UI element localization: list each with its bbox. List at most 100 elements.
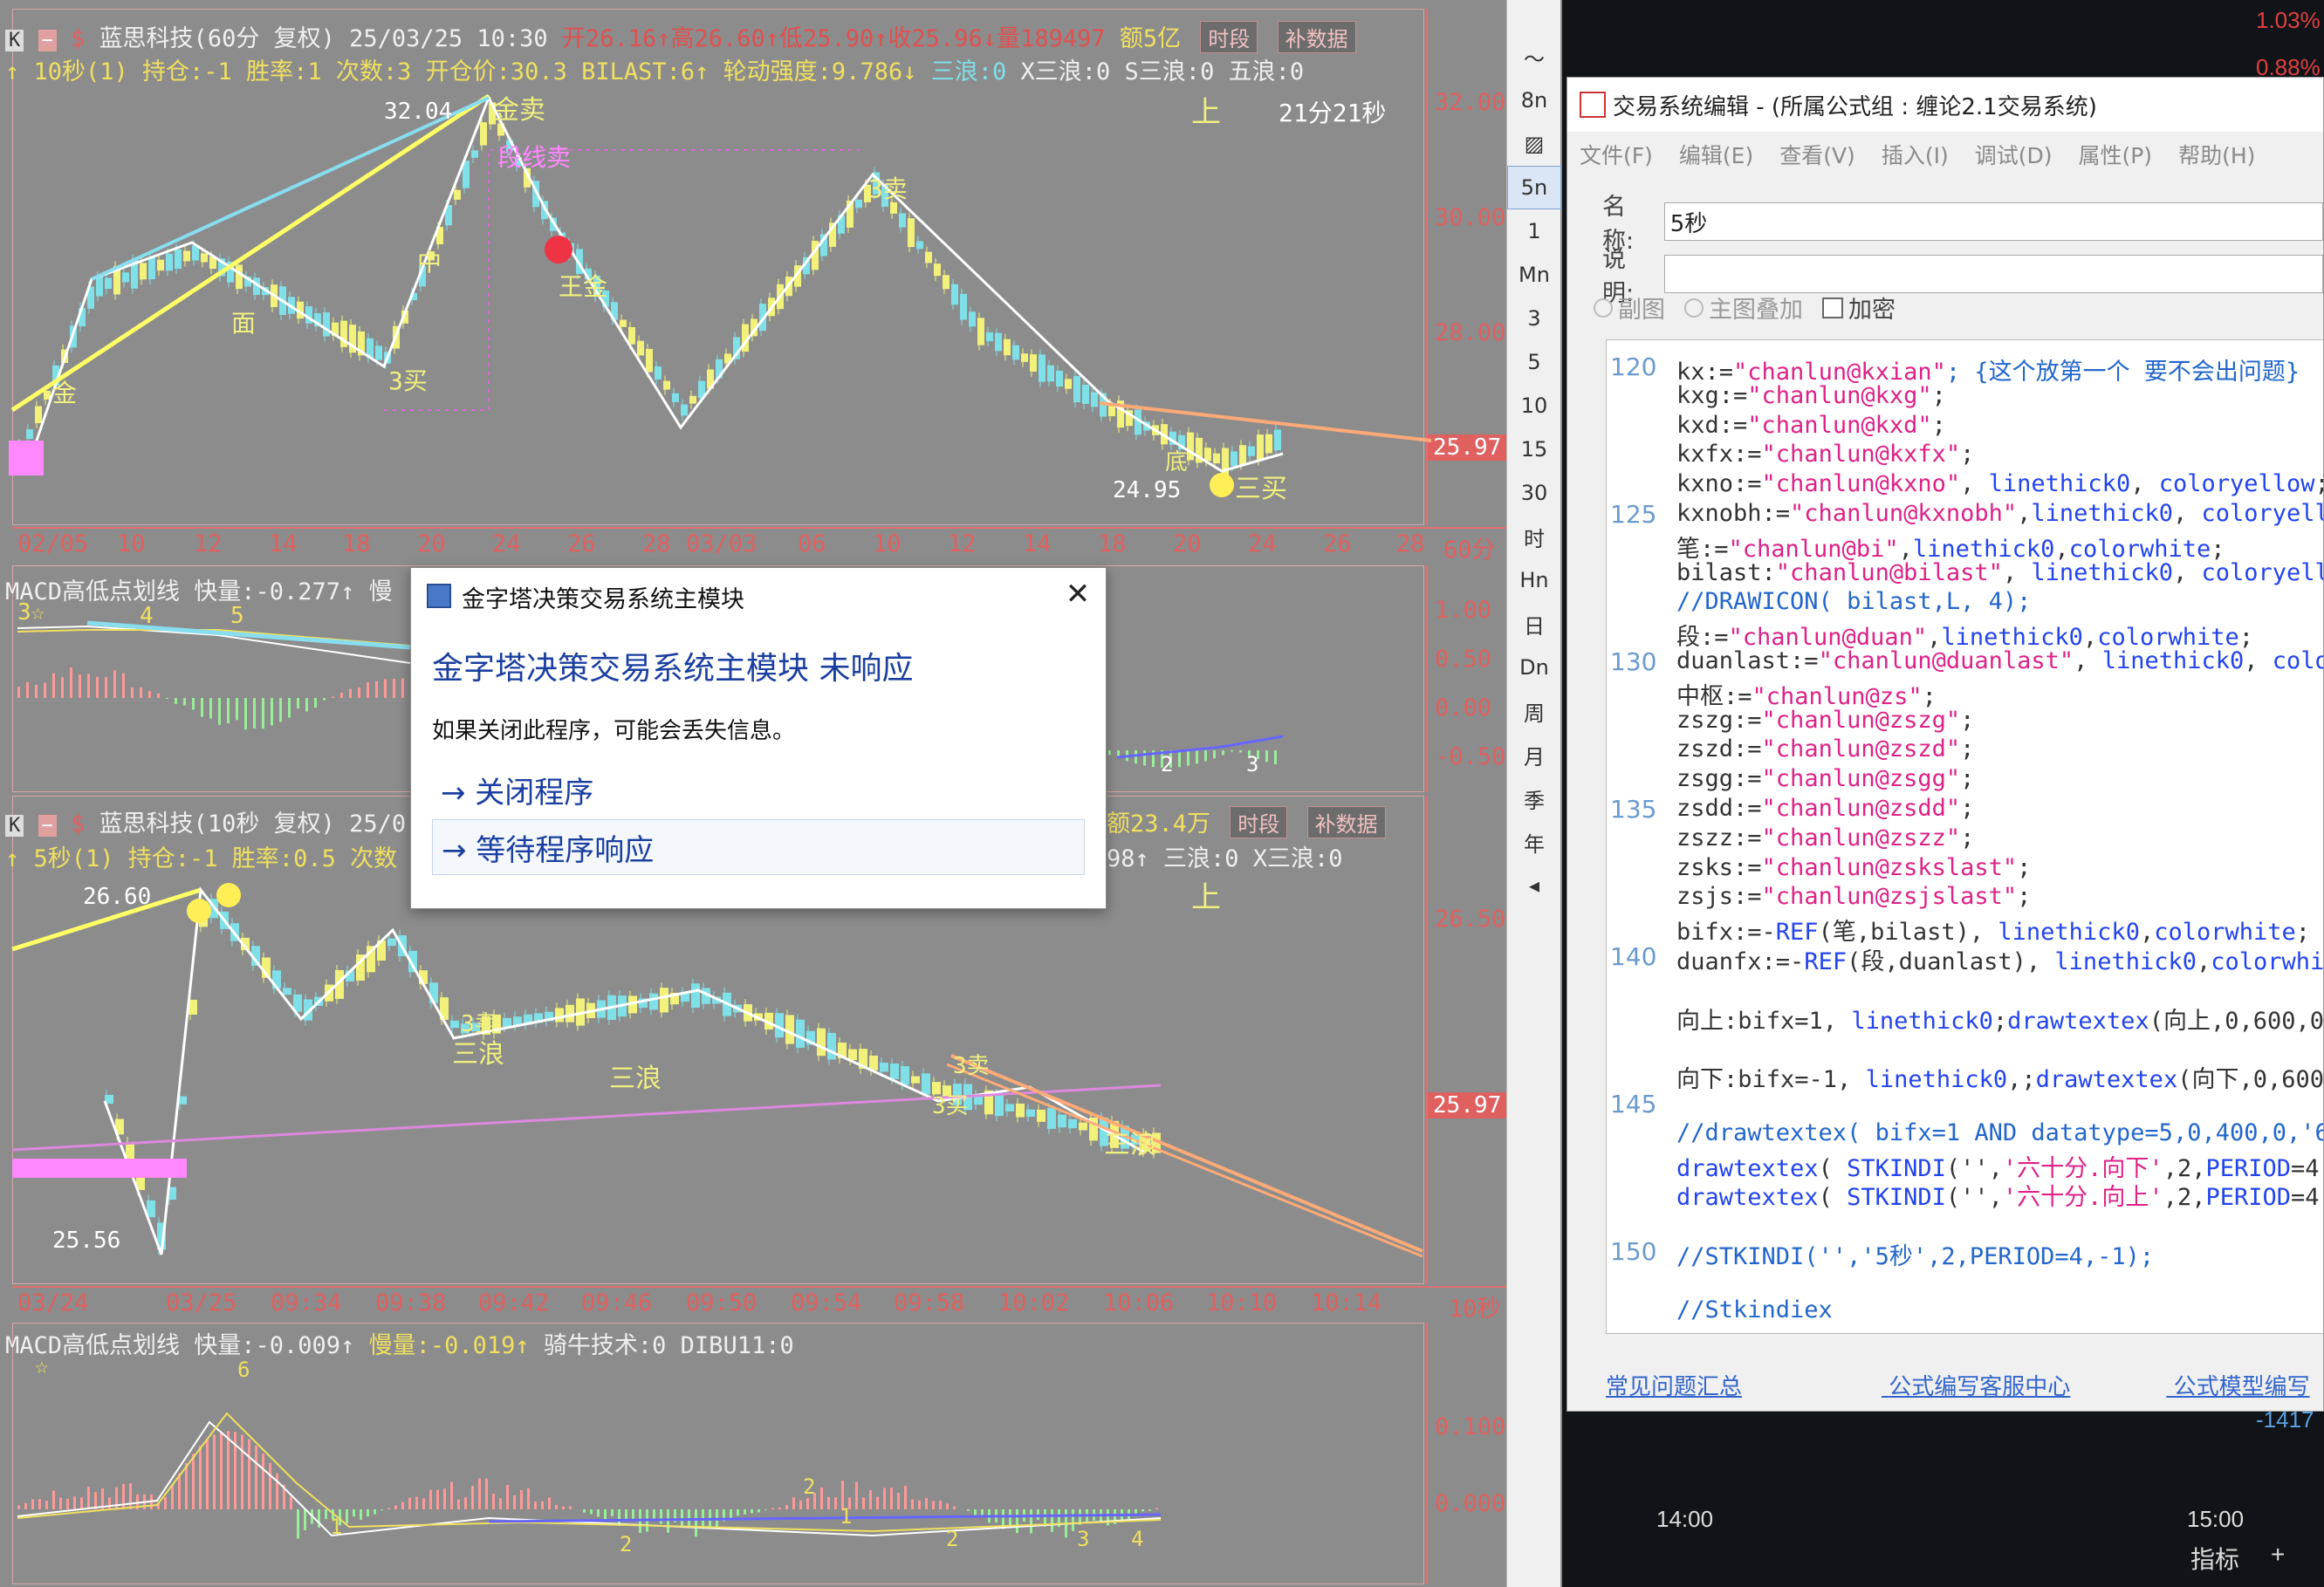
macd-bar xyxy=(562,1506,565,1509)
menu-view[interactable]: 查看(V) xyxy=(1779,139,1855,170)
macd-bar xyxy=(255,1446,257,1509)
radio-main-overlay[interactable] xyxy=(1684,298,1704,318)
toolbar-week[interactable]: 周 xyxy=(1507,689,1561,733)
code-token: ; xyxy=(2017,853,2032,881)
close-icon[interactable]: ✕ xyxy=(1057,575,1099,613)
toolbar-1min[interactable]: 1 xyxy=(1507,209,1561,253)
macd-bar xyxy=(349,688,352,698)
code-line: //Stkindiex xyxy=(1676,1296,2323,1326)
toolbar-5min[interactable]: 5 xyxy=(1507,340,1561,384)
toolbar-3min[interactable]: 3 xyxy=(1507,297,1561,340)
macd-bar xyxy=(305,698,308,712)
candle xyxy=(796,1019,805,1048)
candle xyxy=(1056,370,1063,387)
macd-bar xyxy=(199,1446,202,1509)
signal-mark: 3买 xyxy=(932,1093,969,1119)
macd-bar xyxy=(771,1508,774,1509)
editor-titlebar[interactable]: 交易系统编辑 - (所属公式组 : 缠论2.1交易系统) xyxy=(1567,78,2323,132)
faq-link[interactable]: 常见问题汇总 xyxy=(1606,1374,1742,1400)
code-token: linethick0 xyxy=(2054,947,2197,975)
menu-edit[interactable]: 编辑(E) xyxy=(1679,139,1753,170)
toolbar-collapse-icon[interactable]: ◂ xyxy=(1507,864,1561,907)
candle xyxy=(450,1020,459,1029)
line-number-gutter: 120 125 130 135 140 145 150 xyxy=(1607,340,1676,1333)
add-tab-button[interactable]: + xyxy=(2271,1541,2285,1569)
menu-help[interactable]: 帮助(H) xyxy=(2178,139,2255,170)
candle xyxy=(1005,1104,1014,1112)
menu-file[interactable]: 文件(F) xyxy=(1580,139,1653,170)
menu-properties[interactable]: 属性(P) xyxy=(2078,139,2152,170)
code-token: "chanlun@zsjslast" xyxy=(1761,883,2018,911)
macd-bar xyxy=(660,1509,662,1524)
code-token: drawtextex xyxy=(1676,1184,1819,1212)
code-token: linethick0 xyxy=(2031,499,2173,527)
indicator-tab[interactable]: 指标 xyxy=(2190,1541,2239,1576)
macd-bar xyxy=(583,1509,586,1513)
name-input[interactable]: 5秒 xyxy=(1663,202,2323,241)
code-token: zszg:= xyxy=(1676,706,1762,734)
macd-bar xyxy=(122,1483,125,1509)
toolbar-chart-icon[interactable]: ▨ xyxy=(1507,122,1561,166)
toolbar-month[interactable]: 月 xyxy=(1507,733,1561,776)
candle xyxy=(911,1076,920,1084)
toolbar-day[interactable]: 日 xyxy=(1507,602,1561,646)
toolbar-year[interactable]: 年 xyxy=(1507,820,1561,864)
toolbar-hour[interactable]: 时 xyxy=(1507,515,1561,558)
code-token: (段,duanlast), xyxy=(1847,947,2055,975)
toolbar-mn[interactable]: Mn xyxy=(1507,253,1561,297)
toolbar-hn[interactable]: Hn xyxy=(1507,558,1561,602)
macd-bar xyxy=(429,1489,432,1509)
toolbar-line-icon[interactable]: 〜 xyxy=(1507,35,1561,79)
signal-mark: 中 xyxy=(417,248,442,277)
macd-bar xyxy=(253,698,256,729)
signal-mark: 3卖 xyxy=(461,1011,497,1037)
toolbar-10min[interactable]: 10 xyxy=(1507,384,1561,428)
desc-input[interactable] xyxy=(1663,255,2323,293)
hi-label: 26.60 xyxy=(83,884,151,910)
toolbar-30min[interactable]: 30 xyxy=(1507,471,1561,515)
candle xyxy=(649,993,658,1010)
macd-bar xyxy=(534,1501,537,1509)
toolbar-quarter[interactable]: 季 xyxy=(1507,776,1561,820)
macd-bar xyxy=(1148,1509,1151,1511)
code-token: "chanlun@zsdd" xyxy=(1761,794,1961,822)
app-icon xyxy=(1580,92,1606,118)
code-editor[interactable]: 120 125 130 135 140 145 150 kx:="chanlun… xyxy=(1606,339,2323,1334)
macd-bar xyxy=(358,687,360,698)
code-line: zszd:="chanlun@zszd"; xyxy=(1676,735,2323,765)
macd-bar xyxy=(492,1494,495,1509)
candle xyxy=(1047,1107,1056,1129)
candle xyxy=(1091,392,1098,407)
macd-bar xyxy=(953,1506,956,1509)
menu-debug[interactable]: 调试(D) xyxy=(1975,139,2053,170)
code-token: ,; xyxy=(2007,1066,2036,1094)
model-link[interactable]: 公式模型编写 xyxy=(2174,1374,2310,1400)
signal-mark: 段线卖 xyxy=(497,143,571,172)
menu-insert[interactable]: 插入(I) xyxy=(1882,139,1949,170)
code-line: drawtextex( STKINDI('','六十分.向上',2,PERIOD… xyxy=(1676,1178,2323,1211)
toolbar-dn[interactable]: Dn xyxy=(1507,646,1561,689)
candle xyxy=(916,241,923,250)
code-token: STKINDI xyxy=(1847,1184,1946,1212)
editor-title: 交易系统编辑 - (所属公式组 : 缠论2.1交易系统) xyxy=(1613,93,2097,120)
macd-bar xyxy=(890,1488,893,1509)
candle xyxy=(1265,434,1272,454)
macd-bar xyxy=(279,698,282,722)
close-program-button[interactable]: → 关闭程序 xyxy=(432,762,1085,817)
candle xyxy=(1274,429,1281,451)
candle xyxy=(387,938,396,947)
support-link[interactable]: 公式编写客服中心 xyxy=(1889,1374,2070,1400)
wait-for-response-button[interactable]: → 等待程序响应 xyxy=(432,819,1085,875)
candle xyxy=(44,390,51,400)
candle xyxy=(1030,354,1037,372)
candle xyxy=(555,1008,564,1023)
macd-bar xyxy=(541,1501,544,1509)
toolbar-15min[interactable]: 15 xyxy=(1507,428,1561,471)
toolbar-5sec[interactable]: 5n xyxy=(1507,166,1561,209)
macd-bar xyxy=(730,1509,732,1520)
code-token: ; xyxy=(2017,883,2032,911)
line-number: 145 xyxy=(1610,1090,1657,1118)
encrypt-checkbox[interactable] xyxy=(1822,297,1843,318)
radio-sub-chart[interactable] xyxy=(1594,298,1613,318)
toolbar-8min[interactable]: 8n xyxy=(1507,79,1561,122)
